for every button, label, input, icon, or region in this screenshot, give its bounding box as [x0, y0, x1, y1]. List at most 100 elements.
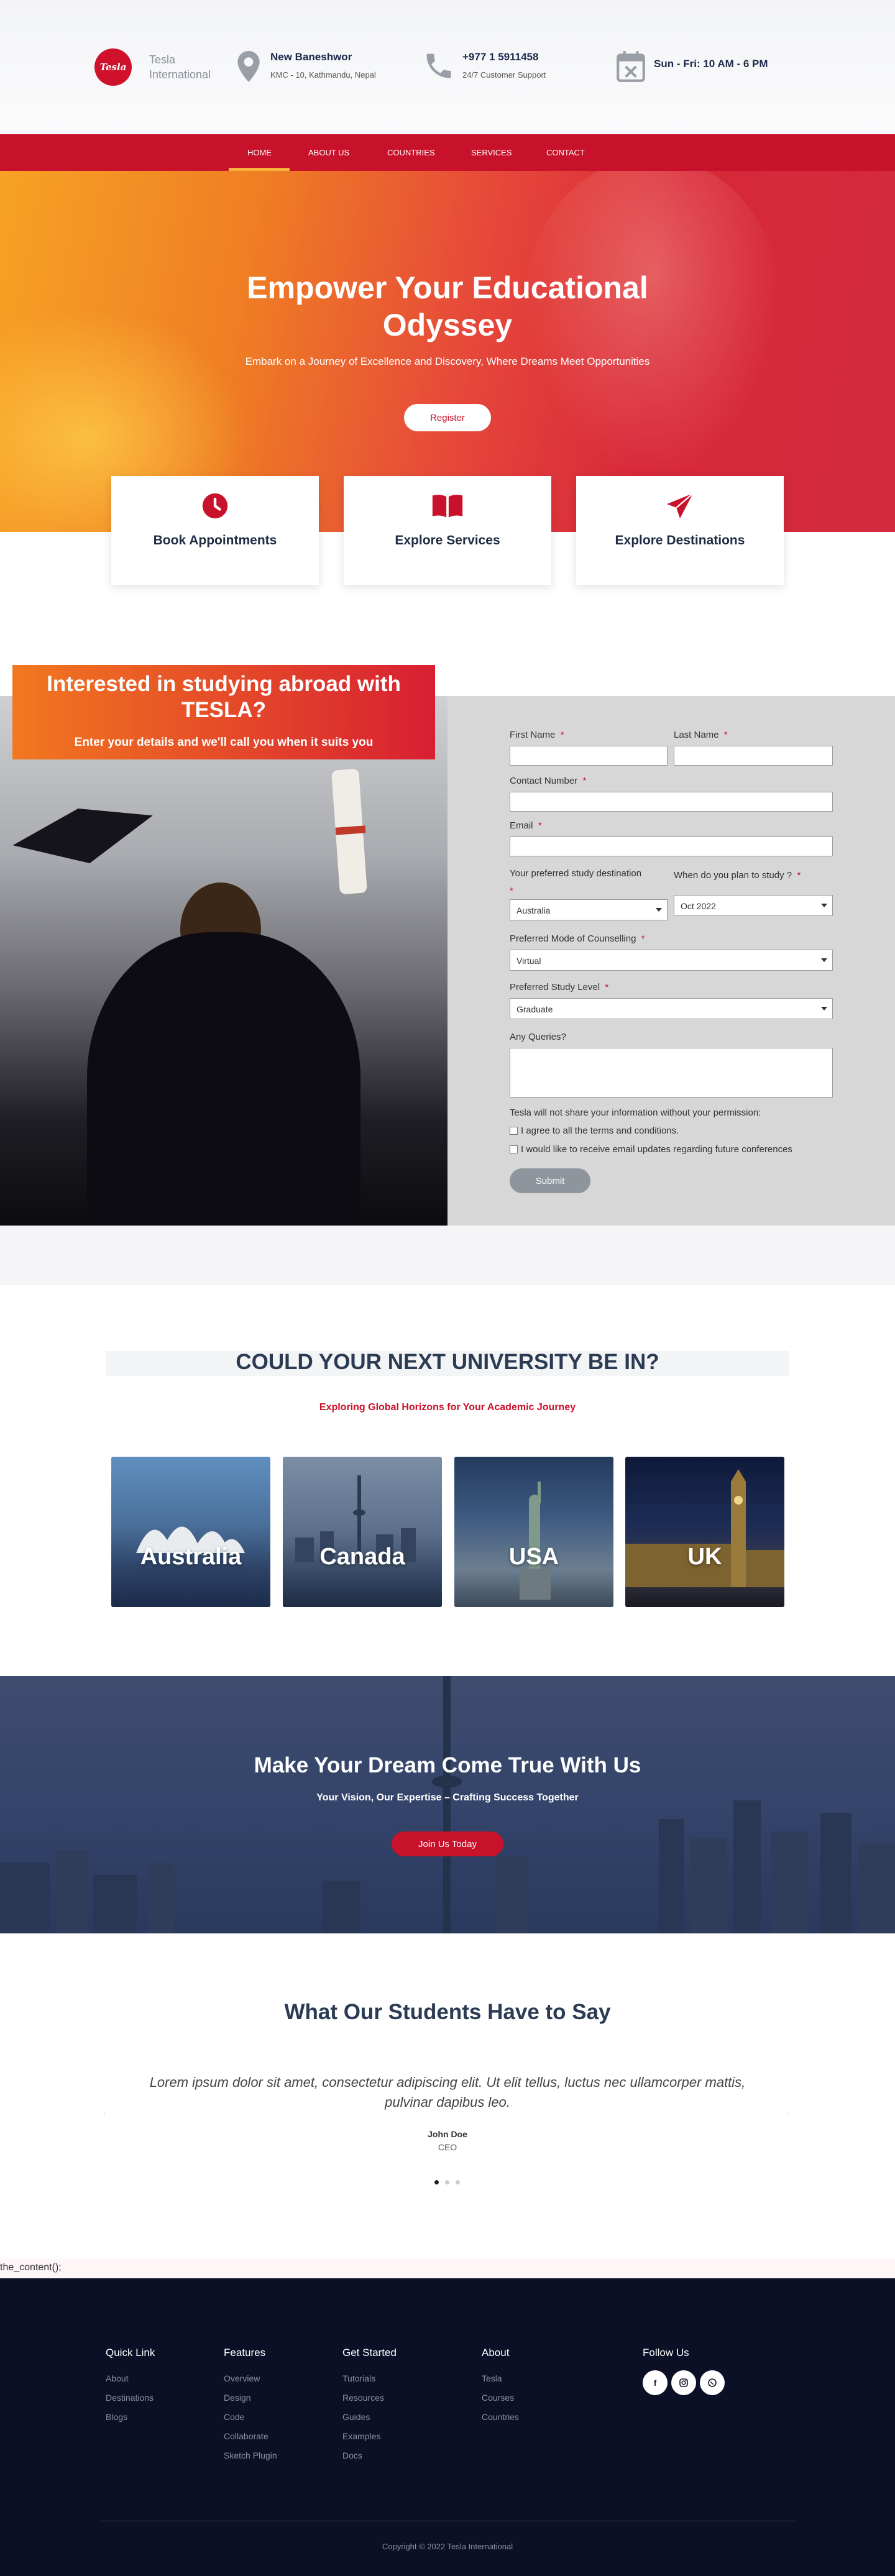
footer-link[interactable]: Resources [342, 2393, 384, 2403]
country-card-usa[interactable]: USA [454, 1457, 613, 1607]
cta-subtitle: Your Vision, Our Expertise – Crafting Su… [316, 1792, 579, 1803]
testimonial-author: John Doe [428, 2129, 467, 2139]
footer-link[interactable]: About [106, 2373, 129, 2383]
interest-subtitle: Enter your details and we'll call you wh… [74, 736, 374, 749]
destination-select[interactable]: Australia [510, 899, 668, 920]
brand-logo[interactable]: Tesla [94, 48, 132, 86]
contact-label-text: Contact Number [510, 776, 578, 786]
register-button[interactable]: Register [404, 404, 491, 431]
chevron-down-icon [821, 904, 827, 907]
card-label: Explore Services [395, 533, 500, 548]
destination-value: Australia [516, 905, 551, 915]
privacy-note: Tesla will not share your information wi… [510, 1107, 761, 1118]
footer-features-title: Features [224, 2347, 266, 2358]
required-mark: * [641, 933, 645, 944]
graduation-cap [8, 794, 160, 878]
chevron-right-icon[interactable]: › [787, 2109, 789, 2118]
when-select[interactable]: Oct 2022 [674, 895, 833, 916]
interest-title-line2: TESLA? [181, 698, 267, 722]
country-card-uk[interactable]: UK [625, 1457, 784, 1607]
terms-checkbox[interactable] [510, 1127, 518, 1135]
footer: Quick Link About Destinations Blogs Feat… [0, 2278, 895, 2576]
footer-link[interactable]: Docs [342, 2450, 362, 2460]
address-title: New Baneshwor [270, 51, 352, 63]
location-pin-icon [237, 51, 260, 85]
footer-link[interactable]: Collaborate [224, 2431, 268, 2441]
last-name-input[interactable] [674, 746, 833, 766]
submit-button[interactable]: Submit [510, 1168, 590, 1193]
footer-link[interactable]: Sketch Plugin [224, 2450, 277, 2460]
updates-label: I would like to receive email updates re… [521, 1144, 792, 1155]
nav-contact[interactable]: Contact [546, 148, 585, 157]
last-name-label-text: Last Name [674, 730, 719, 740]
card-explore-services[interactable]: Explore Services [344, 476, 551, 585]
email-label: Email * [510, 820, 542, 831]
mode-label-text: Preferred Mode of Counselling [510, 933, 636, 944]
footer-link[interactable]: Countries [482, 2412, 519, 2422]
country-card-australia[interactable]: Australia [111, 1457, 270, 1607]
required-mark: * [560, 730, 564, 740]
country-name: Australia [140, 1544, 242, 1570]
slider-dot[interactable] [456, 2180, 460, 2184]
slider-dot[interactable] [445, 2180, 449, 2184]
brand-name-line1: Tesla [149, 53, 176, 66]
footer-link[interactable]: Overview [224, 2373, 260, 2383]
terms-label: I agree to all the terms and conditions. [521, 1125, 679, 1136]
footer-link[interactable]: Blogs [106, 2412, 127, 2422]
interest-title: Interested in studying abroad with TESLA… [12, 671, 435, 723]
required-mark: * [797, 870, 801, 881]
footer-link[interactable]: Courses [482, 2393, 514, 2403]
nav-home[interactable]: Home [247, 148, 272, 157]
footer-link[interactable]: Design [224, 2393, 251, 2403]
updates-checkbox[interactable] [510, 1145, 518, 1153]
country-name: Canada [319, 1544, 405, 1570]
card-explore-destinations[interactable]: Explore Destinations [576, 476, 784, 585]
required-mark: * [510, 886, 513, 896]
nav-countries[interactable]: Countries [387, 148, 435, 157]
footer-link[interactable]: Tutorials [342, 2373, 375, 2383]
level-select[interactable]: Graduate [510, 998, 833, 1019]
graduate-photo [0, 696, 448, 1226]
graduate-gown [87, 932, 360, 1226]
paper-plane-icon [576, 492, 784, 524]
uni-title: COULD YOUR NEXT UNIVERSITY BE IN? [236, 1350, 659, 1374]
chevron-down-icon [821, 958, 827, 962]
instagram-icon[interactable] [671, 2370, 696, 2395]
contact-input[interactable] [510, 792, 833, 812]
mode-select[interactable]: Virtual [510, 950, 833, 971]
footer-get-started-title: Get Started [342, 2347, 397, 2358]
footer-about-title: About [482, 2347, 510, 2358]
slider-dot-active[interactable] [434, 2180, 439, 2184]
first-name-input[interactable] [510, 746, 668, 766]
address-sub: KMC - 10, Kathmandu, Nepal [270, 70, 376, 80]
facebook-icon[interactable]: f [643, 2370, 668, 2395]
footer-link[interactable]: Tesla [482, 2373, 502, 2383]
city-skyline-illustration [0, 1676, 895, 1933]
join-us-button[interactable]: Join Us Today [392, 1831, 503, 1856]
phone-title[interactable]: +977 1 5911458 [462, 51, 538, 63]
viber-icon[interactable] [700, 2370, 725, 2395]
email-input[interactable] [510, 837, 833, 856]
hero-title-line1: Empower Your Educational [247, 270, 648, 305]
country-name: USA [508, 1544, 559, 1570]
queries-textarea[interactable] [510, 1048, 833, 1098]
hero-title-line2: Odyssey [382, 308, 513, 342]
footer-link[interactable]: Destinations [106, 2393, 154, 2403]
footer-link[interactable]: Guides [342, 2412, 370, 2422]
hero-subtitle: Embark on a Journey of Excellence and Di… [245, 355, 650, 367]
phone-icon [423, 50, 455, 85]
nav-services[interactable]: Services [471, 148, 512, 157]
country-name: UK [687, 1544, 722, 1570]
chevron-left-icon[interactable]: ‹ [103, 2109, 106, 2118]
nav-about-us[interactable]: About Us [308, 148, 349, 157]
uni-subtitle: Exploring Global Horizons for Your Acade… [319, 1402, 576, 1413]
top-header: Tesla Tesla International New Baneshwor … [0, 0, 895, 134]
level-label: Preferred Study Level * [510, 982, 608, 992]
country-card-canada[interactable]: Canada [283, 1457, 442, 1607]
card-book-appointments[interactable]: Book Appointments [111, 476, 319, 585]
interest-banner: Interested in studying abroad with TESLA… [12, 665, 435, 759]
chevron-down-icon [821, 1007, 827, 1011]
footer-link[interactable]: Examples [342, 2431, 380, 2441]
required-mark: * [605, 982, 609, 992]
footer-link[interactable]: Code [224, 2412, 244, 2422]
